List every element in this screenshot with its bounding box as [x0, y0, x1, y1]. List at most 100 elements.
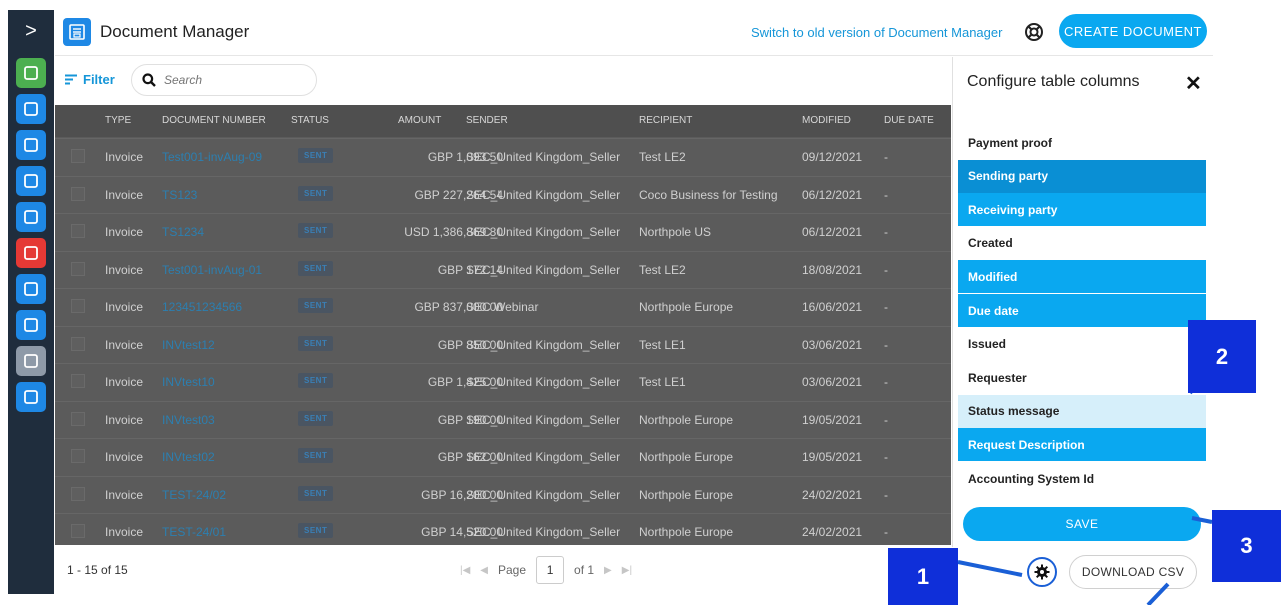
column-option[interactable]: Request Description — [958, 428, 1206, 462]
nav-icon-list — [8, 58, 54, 412]
table-row[interactable]: Invoice TEST-24/02 SENT GBP 16,200.00 SEC_Un… — [55, 475, 951, 513]
row-checkbox[interactable] — [71, 261, 85, 276]
switch-old-version-link[interactable]: Switch to old version of Document Manage… — [751, 25, 1002, 40]
last-page-icon[interactable]: ▶| — [622, 565, 632, 576]
column-option[interactable]: Accounting System Id — [958, 462, 1206, 495]
cell-type: Invoice — [105, 225, 144, 239]
document-manager-icon[interactable] — [16, 94, 46, 124]
cell-number[interactable]: TEST-24/02 — [162, 488, 226, 502]
table-row[interactable]: Invoice 123451234566 SENT GBP 837,000.00 SEC… — [55, 288, 951, 325]
cell-number[interactable]: 123451234566 — [162, 300, 242, 314]
cell-recipient: Test LE1 — [639, 337, 686, 352]
save-button[interactable]: SAVE — [963, 507, 1201, 541]
column-option[interactable]: Created — [958, 227, 1206, 260]
cell-type: Invoice — [105, 487, 144, 502]
row-checkbox[interactable] — [71, 449, 85, 463]
table-row[interactable]: Invoice INVtest02 SENT GBP 162.00 SEC_United… — [55, 438, 951, 475]
cell-recipient: Northpole Europe — [639, 525, 734, 539]
cell-recipient: Test LE2 — [639, 262, 686, 277]
column-option[interactable]: Status message — [958, 394, 1206, 428]
first-page-icon[interactable]: |◀ — [460, 565, 470, 576]
cell-status: SENT — [298, 485, 334, 501]
row-checkbox[interactable] — [71, 524, 85, 538]
column-option[interactable]: Sending party — [958, 159, 1206, 193]
close-icon[interactable]: ✕ — [1185, 71, 1202, 96]
table-header: TYPE DOCUMENT NUMBER STATUS AMOUNT SENDE… — [55, 105, 951, 137]
column-option[interactable]: Receiving party — [958, 193, 1206, 227]
header-document-number[interactable]: DOCUMENT NUMBER — [162, 115, 266, 126]
hierarchy-icon[interactable] — [16, 130, 46, 160]
download-csv-button[interactable]: DOWNLOAD CSV — [1069, 555, 1197, 589]
table-row[interactable]: Invoice TS123 SENT GBP 227,264.54 SEC_United… — [55, 175, 951, 213]
cell-number[interactable]: INVtest02 — [162, 450, 215, 464]
cell-sender: SEC_United Kingdom_Seller — [466, 412, 621, 427]
column-option[interactable]: Issued — [958, 328, 1206, 361]
cell-number[interactable]: Test001-invAug-01 — [162, 263, 262, 277]
add-icon[interactable] — [16, 58, 46, 88]
education-icon[interactable] — [16, 238, 46, 268]
cell-sender: SEC_United Kingdom_Seller — [466, 450, 621, 464]
table-row[interactable]: Invoice TEST-24/01 SENT GBP 14,520.00 SEC_Un… — [55, 513, 951, 545]
cell-number[interactable]: TS1234 — [162, 225, 204, 239]
column-option[interactable]: Due date — [958, 294, 1206, 327]
cell-due: - — [884, 225, 888, 239]
apps-grid-icon[interactable] — [16, 346, 46, 376]
help-lifebuoy-icon[interactable] — [1024, 22, 1044, 42]
cell-status: SENT — [298, 335, 334, 351]
table-row[interactable]: Invoice Test001-invAug-01 SENT GBP 172.14 SE… — [55, 250, 951, 288]
row-checkbox[interactable] — [71, 411, 85, 426]
cell-number[interactable]: TS123 — [162, 188, 197, 202]
column-option[interactable]: Requester — [958, 361, 1206, 394]
building-icon[interactable] — [16, 310, 46, 340]
book-icon[interactable] — [16, 382, 46, 412]
row-checkbox[interactable] — [71, 149, 85, 163]
header-status[interactable]: STATUS — [291, 115, 329, 126]
cell-number[interactable]: INVtest03 — [162, 413, 215, 427]
table-row[interactable]: Invoice Test001-invAug-09 SENT GBP 1,093.50… — [55, 138, 951, 175]
header-recipient[interactable]: RECIPIENT — [639, 115, 692, 126]
create-document-button[interactable]: CREATE DOCUMENT — [1059, 14, 1207, 48]
document-manager-logo-icon — [63, 18, 91, 46]
row-checkbox[interactable] — [71, 374, 85, 388]
row-checkbox[interactable] — [71, 486, 85, 501]
header-amount[interactable]: AMOUNT — [398, 115, 441, 126]
filter-bar: Filter — [55, 57, 951, 105]
row-checkbox[interactable] — [71, 224, 85, 238]
cell-number[interactable]: Test001-invAug-09 — [162, 150, 262, 164]
cell-modified: 16/06/2021 — [802, 300, 863, 314]
page-number-input[interactable]: 1 — [536, 556, 565, 584]
dashboard-icon[interactable] — [16, 202, 46, 232]
cell-type: Invoice — [105, 375, 144, 389]
cell-type: Invoice — [105, 450, 144, 464]
cell-number[interactable]: INVtest12 — [162, 338, 215, 352]
header-sender[interactable]: SENDER — [466, 115, 508, 126]
row-checkbox[interactable] — [71, 299, 85, 313]
cell-number[interactable]: TEST-24/01 — [162, 525, 226, 539]
row-checkbox[interactable] — [71, 336, 85, 351]
nav-expand-button[interactable]: > — [8, 10, 54, 52]
table-row[interactable]: Invoice INVtest10 SENT GBP 1,425.00 SEC_Unit… — [55, 363, 951, 400]
next-page-icon[interactable]: ▶ — [604, 565, 612, 576]
global-settings-icon[interactable] — [16, 274, 46, 304]
cell-number[interactable]: INVtest10 — [162, 375, 215, 389]
prev-page-icon[interactable]: ◀ — [480, 565, 488, 576]
cell-due: - — [884, 487, 888, 502]
header-due-date[interactable]: DUE DATE — [884, 115, 934, 126]
cell-status: SENT — [298, 523, 334, 538]
table-row[interactable]: Invoice INVtest03 SENT GBP 190.00 SEC_United… — [55, 400, 951, 438]
search-box[interactable] — [131, 64, 317, 96]
cell-type: Invoice — [105, 150, 144, 164]
column-option[interactable]: Payment proof — [958, 126, 1206, 159]
filter-button[interactable]: Filter — [65, 72, 115, 87]
header-type[interactable]: TYPE — [105, 115, 131, 126]
table-row[interactable]: Invoice TS1234 SENT USD 1,386,869.80 SEC_Uni… — [55, 213, 951, 250]
table-footer: 1 - 15 of 15 |◀ ◀ Page 1 of 1 ▶ ▶| DOWNL… — [55, 547, 1213, 594]
configure-columns-button[interactable] — [1027, 557, 1057, 587]
column-option[interactable]: Modified — [958, 260, 1206, 294]
row-checkbox[interactable] — [71, 186, 85, 201]
table-row[interactable]: Invoice INVtest12 SENT GBP 850.00 SEC_United… — [55, 325, 951, 363]
header-modified[interactable]: MODIFIED — [802, 115, 851, 126]
support-icon[interactable] — [16, 166, 46, 196]
cell-modified: 03/06/2021 — [802, 337, 863, 352]
search-input[interactable] — [164, 73, 284, 87]
